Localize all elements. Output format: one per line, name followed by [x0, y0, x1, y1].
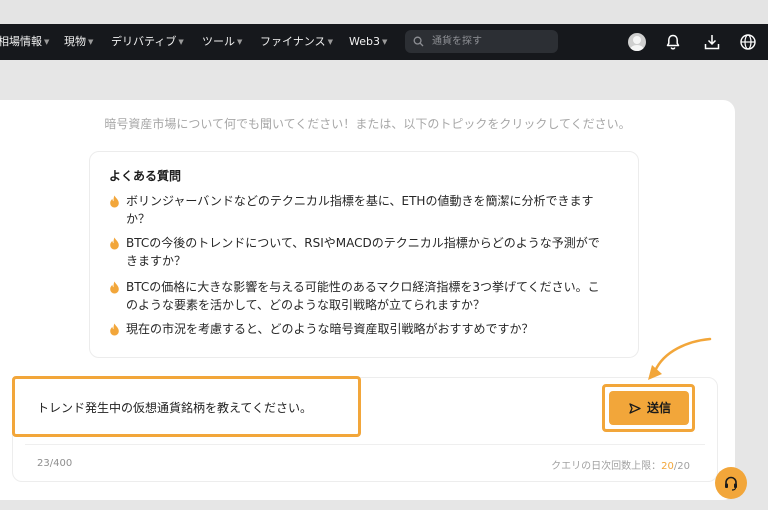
nav-finance[interactable]: ファイナンス ▼ [260, 24, 333, 60]
nav-web3[interactable]: Web3 ▼ [349, 24, 387, 60]
faq-item[interactable]: ボリンジャーバンドなどのテクニカル指標を基に、ETHの値動きを簡潔に分析できます… [109, 192, 609, 228]
divider [25, 444, 705, 445]
nav-spot[interactable]: 現物 ▼ [64, 24, 93, 60]
nav-label: Web3 [349, 35, 380, 48]
faq-text: 現在の市況を考慮すると、どのような暗号資産取引戦略がおすすめですか？ [126, 322, 534, 336]
nav-label: ファイナンス [260, 35, 326, 48]
support-button[interactable] [715, 467, 747, 499]
faq-title: よくある質問 [109, 169, 182, 183]
download-icon[interactable] [703, 33, 721, 51]
fire-icon [110, 195, 119, 208]
chat-intro: 暗号資産市場について何でも聞いてください！または、以下のトピックをクリックしてく… [104, 117, 631, 131]
nav-label: ツール [202, 35, 235, 48]
search-icon [413, 36, 424, 47]
caret-down-icon: ▼ [327, 38, 333, 46]
send-icon [629, 403, 641, 414]
caret-down-icon: ▼ [381, 38, 388, 46]
nav-label: 現物 [64, 35, 86, 48]
nav-market-info[interactable]: 相場情報 ▼ [0, 24, 49, 60]
pointer-arrow-icon [648, 337, 712, 380]
bell-icon[interactable] [664, 33, 682, 51]
avatar[interactable] [628, 33, 646, 51]
top-navbar: 相場情報 ▼ 現物 ▼ デリバティブ ▼ ツール ▼ ファイナンス ▼ Web3 ▼ 通貨を… [0, 24, 768, 60]
fire-icon [110, 281, 119, 294]
nav-label: 相場情報 [0, 35, 42, 48]
query-text: トレンド発生中の仮想通貨銘柄を教えてください。 [37, 401, 313, 415]
faq-text: BTCの今後のトレンドについて、RSIやMACDのテクニカル指標からどのような予… [126, 236, 600, 268]
query-input[interactable]: トレンド発生中の仮想通貨銘柄を教えてください。 [12, 376, 361, 437]
nav-label: デリバティブ [111, 35, 177, 48]
daily-limit-label: クエリの日次回数上限： [551, 461, 662, 472]
daily-limit-used: 20 [661, 461, 674, 472]
top-band [0, 0, 768, 24]
faq-text: BTCの価格に大きな影響を与える可能性のあるマクロ経済指標を3つ挙げてください。… [126, 280, 600, 312]
caret-down-icon: ▼ [44, 38, 50, 46]
char-counter: 23/400 [37, 458, 73, 469]
caret-down-icon: ▼ [88, 38, 94, 46]
send-button[interactable]: 送信 [609, 391, 689, 425]
daily-limit-total: /20 [673, 461, 690, 472]
send-label: 送信 [647, 401, 672, 415]
faq-card: よくある質問 ボリンジャーバンドなどのテクニカル指標を基に、ETHの値動きを簡潔… [89, 151, 639, 358]
daily-limit: クエリの日次回数上限：20/20 [551, 457, 690, 472]
globe-icon[interactable] [739, 33, 757, 51]
caret-down-icon: ▼ [237, 38, 243, 46]
nav-derivatives[interactable]: デリバティブ ▼ [111, 24, 184, 60]
fire-icon [110, 323, 119, 336]
faq-text: ボリンジャーバンドなどのテクニカル指標を基に、ETHの値動きを簡潔に分析できます… [126, 194, 594, 226]
headset-icon [725, 476, 737, 491]
nav-tools[interactable]: ツール ▼ [202, 24, 242, 60]
fire-icon [110, 237, 119, 250]
faq-item[interactable]: 現在の市況を考慮すると、どのような暗号資産取引戦略がおすすめですか？ [109, 320, 609, 338]
caret-down-icon: ▼ [178, 38, 184, 46]
search-input[interactable]: 通貨を探す [405, 30, 558, 53]
search-placeholder: 通貨を探す [432, 36, 482, 47]
faq-item[interactable]: BTCの今後のトレンドについて、RSIやMACDのテクニカル指標からどのような予… [109, 234, 609, 270]
faq-item[interactable]: BTCの価格に大きな影響を与える可能性のあるマクロ経済指標を3つ挙げてください。… [109, 278, 609, 314]
